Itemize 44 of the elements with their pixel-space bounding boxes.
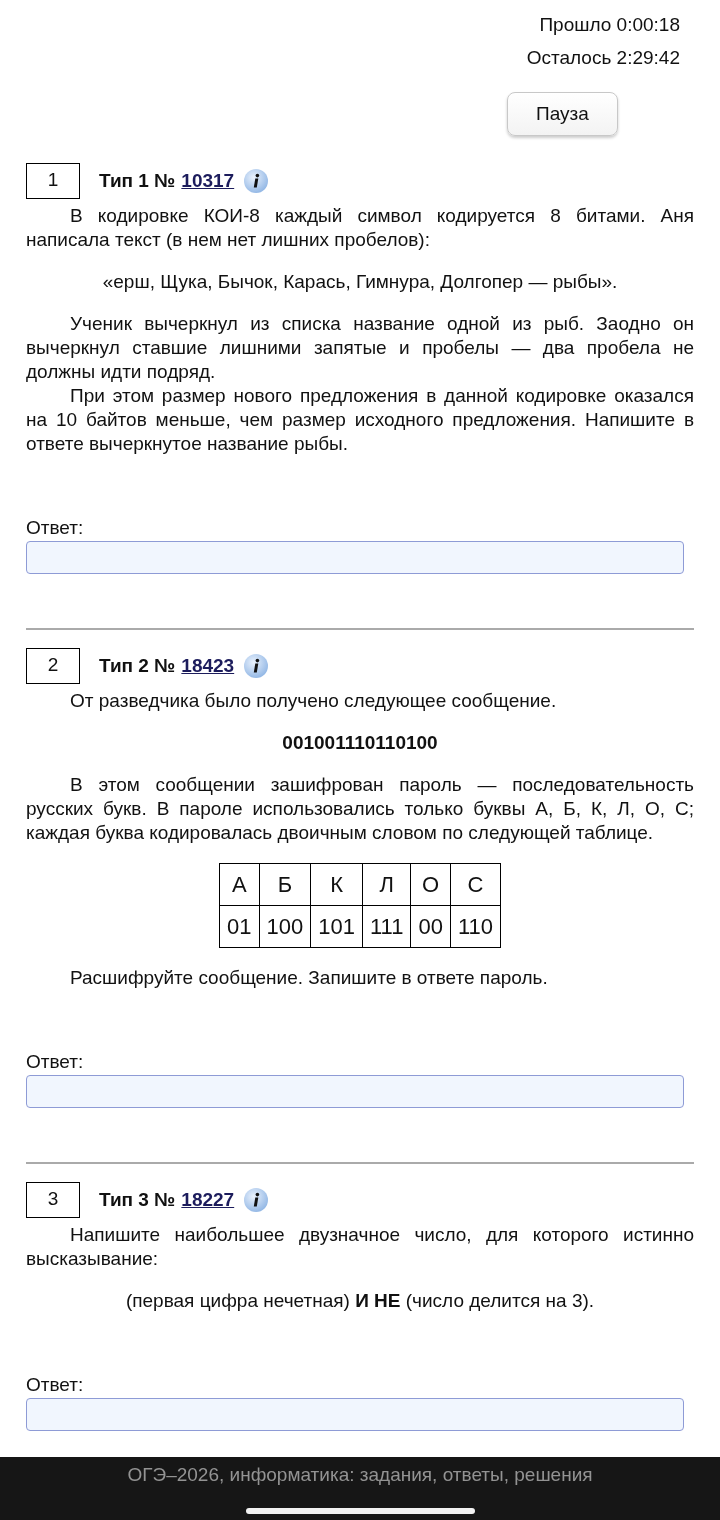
- task-text: Расшифруйте сообщение. Запишите в ответе пароль.: [69, 966, 549, 990]
- table-cell: 110: [450, 905, 501, 948]
- elapsed-time: Прошло 0:00:18: [539, 13, 680, 37]
- answer-label: Ответ:: [26, 1050, 85, 1074]
- table-cell: 111: [362, 905, 411, 948]
- answer-label: Ответ:: [26, 1373, 85, 1397]
- task-number: 2: [26, 648, 80, 684]
- pause-button[interactable]: Пауза: [507, 92, 618, 136]
- binary-message: 001001110110100: [281, 731, 439, 755]
- table-cell: С: [450, 863, 501, 906]
- remaining-time: Осталось 2:29:42: [526, 46, 680, 70]
- table-cell: Б: [259, 863, 311, 906]
- formula-text: «ерш, Щука, Бычок, Карась, Гимнура, Долгопер — рыбы».: [101, 270, 619, 294]
- table-cell: 01: [219, 905, 259, 948]
- table-cell: К: [310, 863, 363, 906]
- table-cell: О: [410, 863, 451, 906]
- answer-field[interactable]: [26, 1075, 684, 1108]
- table-cell: 00: [410, 905, 451, 948]
- task-id-link[interactable]: 10317: [181, 169, 235, 193]
- table-cell: 101: [310, 905, 363, 948]
- task-id-link[interactable]: 18227: [181, 1188, 235, 1212]
- task-id-link[interactable]: 18423: [181, 654, 235, 678]
- task-text: В кодировке КОИ-8 каждый символ кодируется 8 битами. Аня написала текст (в нем нет лишних пробелов):: [26, 204, 694, 252]
- table-cell: Л: [362, 863, 411, 906]
- answer-label: Ответ:: [26, 516, 85, 540]
- answer-field[interactable]: [26, 541, 684, 574]
- task-type: Тип 1 №: [99, 169, 176, 193]
- formula-text: (первая цифра нечетная) И НЕ (число делится на 3).: [124, 1289, 596, 1313]
- task-type: Тип 2 №: [99, 654, 176, 678]
- info-icon[interactable]: [244, 1188, 269, 1212]
- info-icon[interactable]: [244, 169, 269, 193]
- page-title: ОГЭ–2026, информатика: задания, ответы, решения: [127, 1463, 593, 1487]
- table-cell: А: [219, 863, 259, 906]
- task-text: В этом сообщении зашифрован пароль — последовательность русских букв. В пароле использовались только буквы А, Б, К, Л, О, С; каждая буква кодировалась двоичным словом по следующей таблице.: [26, 773, 694, 845]
- info-icon[interactable]: [244, 654, 269, 678]
- task-number: 1: [26, 163, 80, 199]
- answer-field[interactable]: [26, 1398, 684, 1431]
- task-text: Ученик вычеркнул из списка название одной из рыб. Заодно он вычеркнул ставшие лишними запятые и пробелы — два пробела не должны идти подряд.: [26, 312, 694, 384]
- task-text: При этом размер нового предложения в данной кодировке оказался на 10 байтов меньше, чем размер исходного предложения. Напишите в ответе вычеркнутое название рыбы.: [26, 384, 694, 456]
- task-type: Тип 3 №: [99, 1188, 176, 1212]
- table-cell: 100: [259, 905, 311, 948]
- task-text: Напишите наибольшее двузначное число, для которого истинно высказывание:: [26, 1223, 694, 1271]
- task-number: 3: [26, 1182, 80, 1218]
- task-text: От разведчика было получено следующее сообщение.: [69, 689, 558, 713]
